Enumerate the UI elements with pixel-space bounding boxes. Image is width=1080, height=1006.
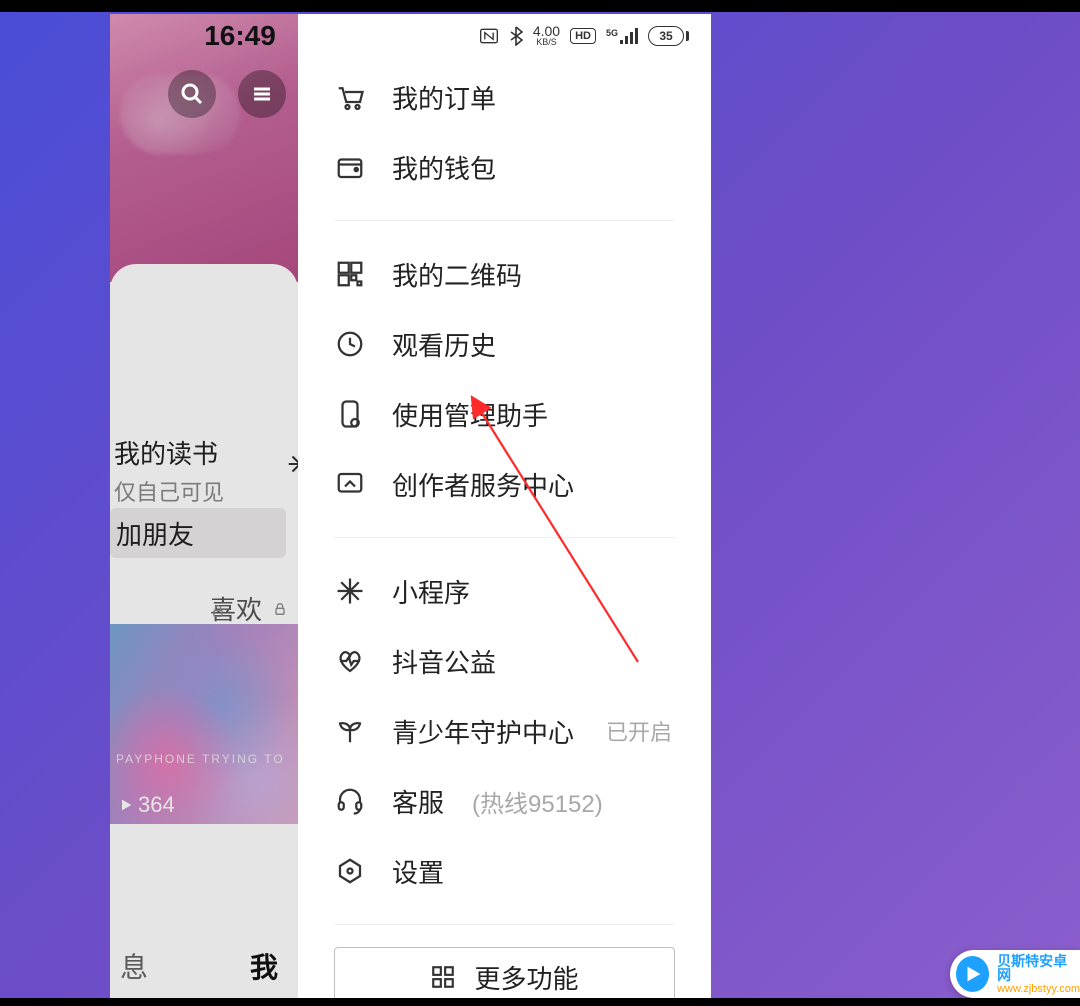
menu-mini-programs[interactable]: 小程序	[334, 556, 675, 626]
thumbnail-caption: PAYPHONE TRYING TO	[116, 752, 285, 766]
battery-indicator: 35	[648, 26, 689, 46]
tab-likes[interactable]: 喜欢	[110, 590, 298, 627]
menu-charity[interactable]: 抖音公益	[334, 626, 675, 696]
more-functions-button[interactable]: 更多功能	[334, 947, 675, 998]
menu-button[interactable]	[238, 70, 286, 118]
cart-icon	[335, 82, 365, 112]
thumbnail-play-count: 364	[118, 792, 175, 818]
tab-me[interactable]: 我	[250, 946, 278, 986]
menu-label: 我的订单	[392, 79, 496, 116]
my-reading-section: 我的读书 仅自己可见	[110, 434, 298, 507]
spark-icon	[335, 576, 365, 606]
menu-divider	[334, 220, 675, 221]
profile-page-background: 16:49 我的读书 仅自己可见 加朋友 喜欢 PAYPHONE TRYING …	[110, 14, 298, 998]
menu-label: 观看历史	[392, 326, 496, 363]
menu-usage-assistant[interactable]: 使用管理助手	[334, 379, 675, 449]
profile-sheet-top	[110, 264, 298, 304]
status-time: 16:49	[170, 20, 310, 52]
menu-label: 我的钱包	[392, 149, 496, 186]
page-black-band-bottom	[0, 998, 1080, 1006]
bottom-tab-bar: 息 我	[110, 946, 298, 986]
tab-messages[interactable]: 息	[120, 946, 148, 986]
nfc-icon	[479, 27, 499, 45]
wallet-icon	[335, 152, 365, 182]
menu-creator-center[interactable]: 创作者服务中心	[334, 449, 675, 519]
hd-indicator: HD	[570, 28, 596, 44]
video-thumbnail[interactable]: PAYPHONE TRYING TO 364	[110, 624, 298, 824]
menu-label: 创作者服务中心	[392, 466, 574, 503]
watermark-url: www.zjbstyy.com	[997, 984, 1080, 995]
more-functions-label: 更多功能	[474, 959, 578, 996]
lock-icon	[272, 600, 288, 618]
menu-divider	[334, 537, 675, 538]
heart-icon	[335, 646, 365, 676]
profile-header	[110, 14, 298, 282]
search-button[interactable]	[168, 70, 216, 118]
profile-top-icons	[168, 70, 286, 118]
menu-youth-protection[interactable]: 青少年守护中心 已开启	[334, 696, 675, 766]
lock-icon	[210, 602, 226, 620]
bluetooth-icon	[509, 26, 523, 46]
menu-my-wallet[interactable]: 我的钱包	[334, 132, 675, 202]
site-watermark: 贝斯特安卓网 www.zjbstyy.com	[950, 950, 1080, 998]
device-icon	[335, 399, 365, 429]
menu-label: 使用管理助手	[392, 396, 548, 433]
add-friend-button[interactable]: 加朋友	[110, 508, 286, 558]
signal-bars-icon	[620, 28, 638, 44]
menu-my-orders[interactable]: 我的订单	[334, 62, 675, 132]
network-speed: 4.00 KB/S	[533, 24, 560, 47]
page-black-band-top	[0, 0, 1080, 12]
menu-label: 客服	[392, 783, 444, 820]
menu-label: 抖音公益	[392, 643, 496, 680]
play-icon	[118, 797, 134, 813]
menu-label: 青少年守护中心	[392, 713, 574, 750]
add-friend-label: 加朋友	[116, 515, 194, 552]
side-drawer: 4.00 KB/S HD 5G 35 我的订单 我的钱包	[298, 14, 711, 998]
menu-watch-history[interactable]: 观看历史	[334, 309, 675, 379]
menu-my-qrcode[interactable]: 我的二维码	[334, 239, 675, 309]
grid-icon	[430, 964, 456, 990]
menu-hotline: (热线95152)	[472, 784, 603, 819]
menu-label: 设置	[392, 853, 444, 890]
menu-divider	[334, 924, 675, 925]
menu-label: 小程序	[392, 573, 470, 610]
menu-sub: 已开启	[606, 715, 672, 747]
my-reading-title: 我的读书	[114, 434, 298, 471]
status-bar-right: 4.00 KB/S HD 5G 35	[479, 24, 689, 47]
5g-signal: 5G	[606, 28, 638, 44]
display-icon	[335, 469, 365, 499]
menu-settings[interactable]: 设置	[334, 836, 675, 906]
qr-icon	[335, 259, 365, 289]
my-reading-sub: 仅自己可见	[114, 475, 298, 507]
clock-icon	[335, 329, 365, 359]
menu-label: 我的二维码	[392, 256, 522, 293]
menu-customer-service[interactable]: 客服 (热线95152)	[334, 766, 675, 836]
hex-icon	[335, 856, 365, 886]
drawer-menu: 我的订单 我的钱包 我的二维码 观看历史 使用管理助手 创作者服	[334, 62, 675, 998]
hamburger-icon	[250, 82, 274, 106]
headset-icon	[335, 786, 365, 816]
search-icon	[180, 82, 204, 106]
watermark-logo-icon	[956, 956, 989, 992]
phone-frame: 16:49 我的读书 仅自己可见 加朋友 喜欢 PAYPHONE TRYING …	[110, 14, 711, 998]
watermark-name: 贝斯特安卓网	[997, 954, 1080, 982]
sprout-icon	[335, 716, 365, 746]
